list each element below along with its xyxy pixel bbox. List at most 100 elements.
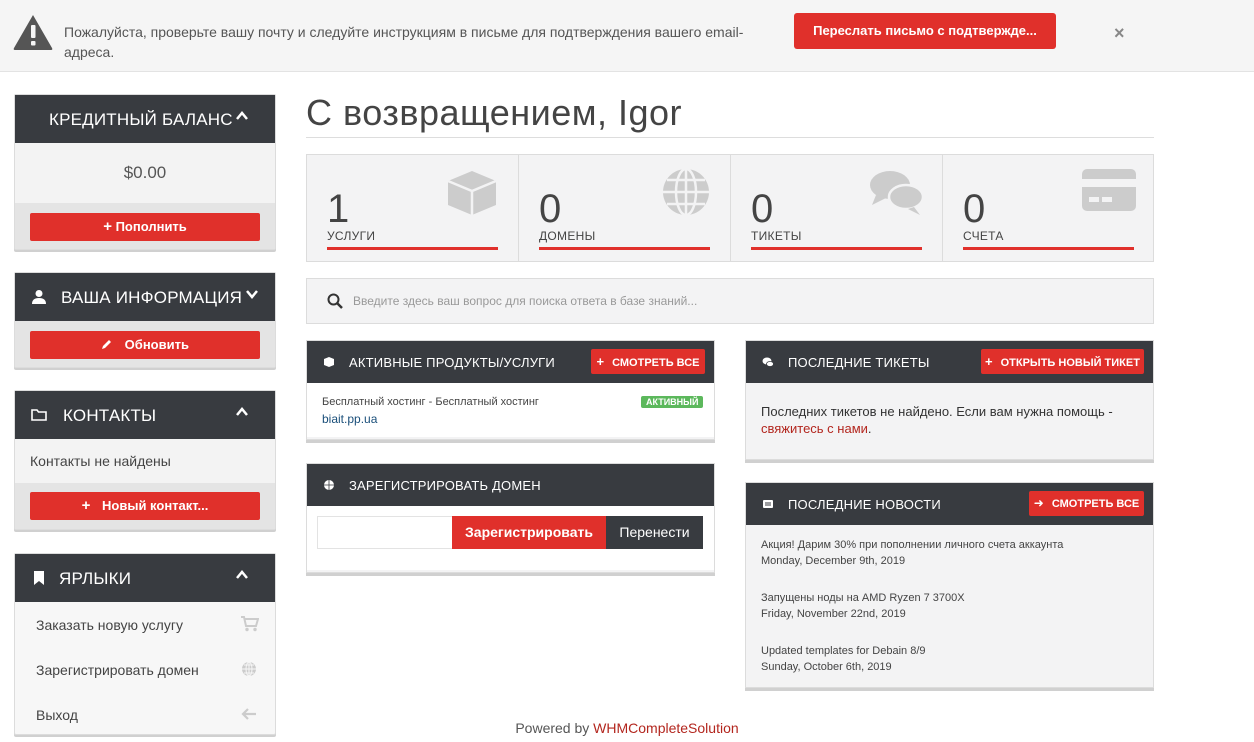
product-list-item[interactable]: Бесплатный хостинг - Бесплатный хостинг … [307, 383, 714, 437]
recent-tickets-header: ПОСЛЕДНИЕ ТИКЕТЫ + ОТКРЫТЬ НОВЫЙ ТИКЕТ [746, 341, 1153, 383]
tickets-empty-text: Последних тикетов не найдено. Если вам н… [761, 404, 1113, 436]
credit-balance-title: КРЕДИТНЫЙ БАЛАНС [49, 110, 233, 129]
credit-balance-panel: КРЕДИТНЫЙ БАЛАНС $0.00 + Пополнить [14, 94, 276, 250]
cube-icon [324, 357, 334, 367]
news-date: Sunday, October 6th, 2019 [761, 661, 892, 673]
chevron-up-icon[interactable] [235, 405, 249, 419]
contacts-header[interactable]: КОНТАКТЫ [15, 391, 275, 439]
plus-icon: + [596, 354, 605, 369]
bookmark-icon [34, 571, 44, 585]
recent-news-title: ПОСЛЕДНИЕ НОВОСТИ [788, 497, 941, 512]
stat-services[interactable]: 1 УСЛУГИ [307, 155, 519, 261]
footer-prefix: Powered by [515, 720, 590, 736]
shortcut-label: Зарегистрировать домен [36, 662, 199, 678]
arrow-right-icon: ➜ [1033, 496, 1044, 510]
shortcut-register-domain[interactable]: Зарегистрировать домен [15, 647, 275, 692]
news-item[interactable]: Акция! Дарим 30% при пополнении личного … [761, 537, 1063, 569]
stat-label: ТИКЕТЫ [751, 229, 802, 243]
view-all-products-button[interactable]: + СМОТРЕТЬ ВСЕ [591, 349, 705, 374]
news-date: Friday, November 22nd, 2019 [761, 608, 906, 620]
news-item[interactable]: Запущены ноды на AMD Ryzen 7 3700X Frida… [761, 590, 965, 622]
open-new-ticket-button[interactable]: + ОТКРЫТЬ НОВЫЙ ТИКЕТ [981, 349, 1144, 374]
your-info-title: ВАША ИНФОРМАЦИЯ [61, 288, 243, 307]
stat-count: 0 [539, 187, 562, 231]
news-item[interactable]: Updated templates for Debain 8/9 Sunday,… [761, 643, 926, 675]
contact-us-link[interactable]: свяжитесь с нами [761, 421, 868, 436]
news-title: Updated templates for Debain 8/9 [761, 645, 926, 657]
shortcuts-panel: ЯРЛЫКИ Заказать новую услугу Зарегистрир… [14, 553, 276, 735]
shortcuts-header[interactable]: ЯРЛЫКИ [15, 554, 275, 602]
close-icon[interactable]: × [1114, 24, 1130, 42]
warning-icon [13, 15, 53, 50]
view-all-news-button[interactable]: ➜ СМОТРЕТЬ ВСЕ [1029, 491, 1144, 516]
register-domain-title: ЗАРЕГИСТРИРОВАТЬ ДОМЕН [349, 478, 541, 493]
add-funds-button[interactable]: + Пополнить [30, 213, 260, 241]
update-info-button[interactable]: Обновить [30, 331, 260, 359]
product-name: Бесплатный хостинг - Бесплатный хостинг [322, 396, 539, 408]
recent-tickets-panel: ПОСЛЕДНИЕ ТИКЕТЫ + ОТКРЫТЬ НОВЫЙ ТИКЕТ По… [745, 340, 1154, 460]
chevron-up-icon[interactable] [235, 109, 249, 123]
resend-verification-button[interactable]: Переслать письмо с подтвержде... [794, 13, 1056, 49]
globe-icon [324, 480, 334, 490]
credit-card-icon [1082, 169, 1136, 211]
stat-count: 0 [963, 187, 986, 231]
your-info-panel: ВАША ИНФОРМАЦИЯ Обновить [14, 272, 276, 368]
pencil-icon [102, 340, 112, 349]
active-products-header: АКТИВНЫЕ ПРОДУКТЫ/УСЛУГИ + СМОТРЕТЬ ВСЕ [307, 341, 714, 383]
active-products-title: АКТИВНЫЕ ПРОДУКТЫ/УСЛУГИ [349, 355, 555, 370]
chevron-down-icon[interactable] [245, 287, 259, 301]
stat-count: 1 [327, 187, 350, 231]
chevron-up-icon[interactable] [235, 568, 249, 582]
register-domain-header: ЗАРЕГИСТРИРОВАТЬ ДОМЕН [307, 464, 714, 506]
stat-count: 0 [751, 187, 774, 231]
footer-whmcs-link[interactable]: WHMCompleteSolution [593, 720, 739, 736]
kb-search-bar [306, 278, 1154, 324]
recent-news-panel: ПОСЛЕДНИЕ НОВОСТИ ➜ СМОТРЕТЬ ВСЕ Акция! Д… [745, 482, 1154, 688]
transfer-domain-button[interactable]: Перенести [606, 516, 703, 549]
stat-label: УСЛУГИ [327, 229, 376, 243]
shortcut-order-service[interactable]: Заказать новую услугу [15, 602, 275, 647]
stat-underline [963, 247, 1134, 250]
footer: Powered by WHMCompleteSolution [0, 720, 1254, 736]
stat-underline [327, 247, 498, 250]
contacts-empty-text: Контакты не найдены [15, 439, 275, 483]
product-domain-link[interactable]: biait.pp.ua [322, 412, 377, 426]
alert-message: Пожалуйста, проверьте вашу почту и следу… [64, 24, 744, 60]
stat-underline [751, 247, 922, 250]
plus-icon: + [103, 218, 112, 235]
title-divider [306, 137, 1154, 138]
globe-icon [242, 661, 256, 677]
user-icon [32, 290, 46, 304]
credit-balance-header[interactable]: КРЕДИТНЫЙ БАЛАНС [15, 95, 275, 143]
domain-input[interactable] [317, 516, 453, 549]
stat-invoices[interactable]: 0 СЧЕТА [943, 155, 1155, 261]
folder-icon [31, 409, 47, 421]
recent-tickets-title: ПОСЛЕДНИЕ ТИКЕТЫ [788, 355, 930, 370]
new-contact-button[interactable]: + Новый контакт... [30, 492, 260, 520]
stat-domains[interactable]: 0 ДОМЕНЫ [519, 155, 731, 261]
email-verification-alert: Пожалуйста, проверьте вашу почту и следу… [0, 0, 1254, 72]
comments-icon [870, 171, 924, 215]
your-info-header[interactable]: ВАША ИНФОРМАЦИЯ [15, 273, 275, 321]
status-badge: АКТИВНЫЙ [641, 396, 704, 408]
newspaper-icon [763, 500, 773, 508]
cube-icon [447, 171, 497, 215]
register-domain-button[interactable]: Зарегистрировать [452, 516, 606, 549]
credit-balance-amount: $0.00 [15, 143, 275, 203]
recent-news-header: ПОСЛЕДНИЕ НОВОСТИ ➜ СМОТРЕТЬ ВСЕ [746, 483, 1153, 525]
kb-search-input[interactable] [353, 287, 1133, 315]
plus-icon: + [985, 354, 993, 369]
shortcut-label: Заказать новую услугу [36, 617, 183, 633]
plus-icon: + [81, 497, 91, 514]
search-icon [327, 293, 343, 309]
contacts-panel: КОНТАКТЫ Контакты не найдены + Новый кон… [14, 390, 276, 530]
news-title: Запущены ноды на AMD Ryzen 7 3700X [761, 592, 965, 604]
news-title: Акция! Дарим 30% при пополнении личного … [761, 539, 1064, 551]
news-date: Monday, December 9th, 2019 [761, 555, 906, 567]
stat-tickets[interactable]: 0 ТИКЕТЫ [731, 155, 943, 261]
comments-icon [762, 357, 774, 367]
stat-underline [539, 247, 710, 250]
cart-icon [241, 616, 259, 632]
contacts-title: КОНТАКТЫ [63, 406, 157, 425]
active-products-panel: АКТИВНЫЕ ПРОДУКТЫ/УСЛУГИ + СМОТРЕТЬ ВСЕ Б… [306, 340, 715, 440]
